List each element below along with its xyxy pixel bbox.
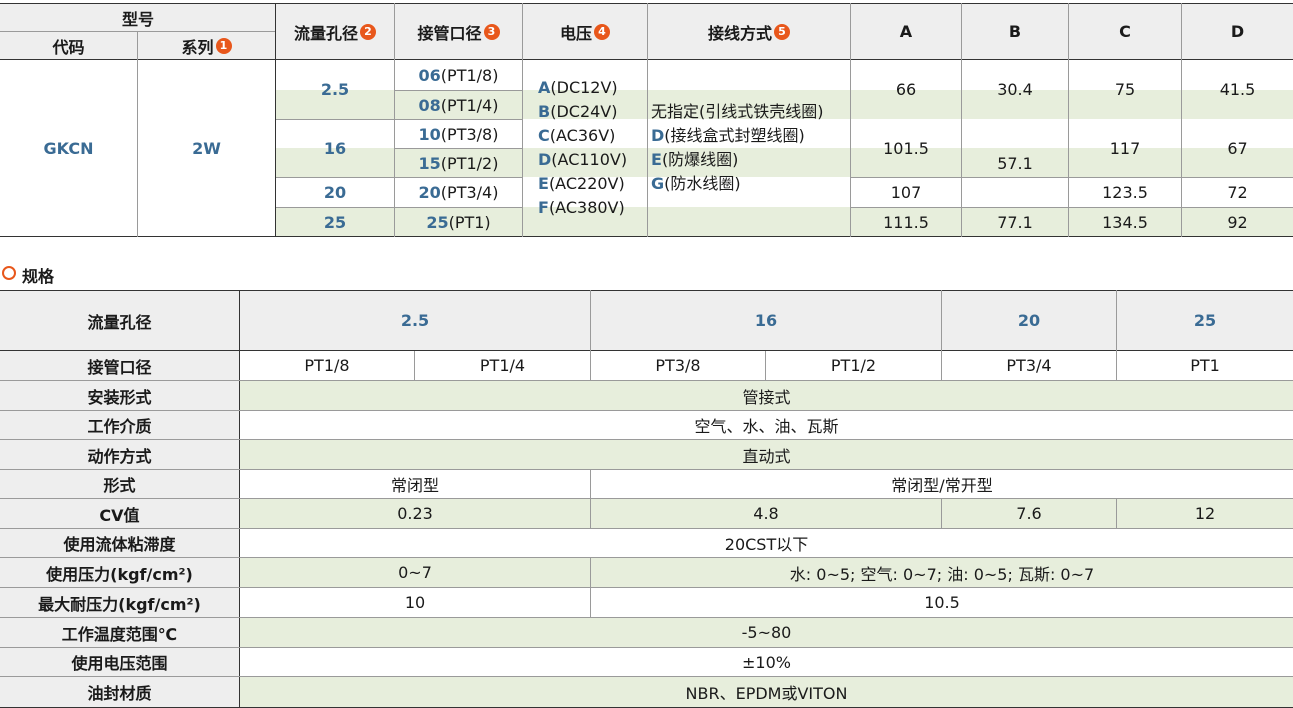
- dim-b-value: 57.1: [997, 154, 1033, 173]
- dim-d-value: 67: [1227, 139, 1248, 158]
- section-title: 规格: [22, 267, 55, 286]
- spec-port-value: PT1: [1190, 356, 1220, 375]
- header-port: 接管口径 3: [395, 4, 522, 59]
- spec-label-temp: 工作温度范围℃: [61, 624, 178, 644]
- voltage-list: A(DC12V) B(DC24V) C(AC36V) D(AC110V) E(A…: [538, 76, 627, 220]
- spec-label-viscosity: 使用流体粘滞度: [63, 535, 176, 554]
- dim-a-value: 111.5: [883, 212, 929, 232]
- dim-a-value: 107: [890, 183, 922, 202]
- code-value: GKCN: [43, 138, 94, 158]
- dim-d-value: 92: [1227, 212, 1248, 232]
- spec-port-value: PT3/4: [1006, 356, 1052, 375]
- spec-voltage-value: ±10%: [742, 652, 791, 672]
- voltage-option: C(AC36V): [538, 126, 616, 145]
- spec-port-value: PT3/8: [655, 356, 701, 375]
- header-a: A: [899, 22, 913, 41]
- spec-pressure-value: 0~7: [398, 563, 432, 582]
- badge-4-icon: 4: [594, 23, 610, 40]
- spec-orifice-value: 20: [1017, 311, 1041, 330]
- spec-viscosity-value: 20CST以下: [724, 535, 809, 554]
- spec-label-voltage: 使用电压范围: [71, 654, 168, 673]
- dim-a-value: 66: [895, 80, 917, 99]
- spec-port-value: PT1/2: [830, 356, 877, 375]
- wiring-option: D(接线盒式封塑线圈): [651, 126, 805, 145]
- spec-label-cv: CV值: [99, 505, 140, 525]
- wiring-option: E(防爆线圈): [651, 150, 739, 169]
- spec-action-value: 直动式: [742, 446, 791, 466]
- spec-label-medium: 工作介质: [87, 417, 152, 436]
- badge-2-icon: 2: [360, 23, 376, 40]
- spec-label-pressure: 使用压力(kgf/cm²): [46, 564, 193, 584]
- orifice-value: 20: [323, 183, 347, 202]
- orifice-value: 25: [323, 212, 347, 232]
- series-value: 2W: [192, 138, 221, 158]
- spec-cv-value: 7.6: [1016, 504, 1042, 523]
- spec-medium-value: 空气、水、油、瓦斯: [694, 417, 839, 436]
- header-c: C: [1119, 22, 1131, 41]
- dim-c-value: 123.5: [1102, 183, 1148, 202]
- spec-label-mount: 安装形式: [87, 387, 152, 407]
- header-code: 代码: [52, 37, 85, 57]
- voltage-option: B(DC24V): [538, 102, 618, 121]
- spec-orifice-value: 2.5: [400, 311, 430, 330]
- header-b: B: [1008, 22, 1022, 41]
- voltage-option: F(AC380V): [538, 198, 625, 217]
- spec-label-orifice: 流量孔径: [87, 312, 152, 332]
- voltage-option: E(AC220V): [538, 174, 625, 193]
- spec-temp-value: -5~80: [741, 623, 792, 642]
- spec-form-value: 常闭型: [390, 476, 439, 495]
- dim-c-value: 117: [1109, 139, 1141, 158]
- spec-orifice-value: 25: [1193, 311, 1217, 330]
- spec-form-value: 常闭型/常开型: [891, 476, 993, 495]
- spec-label-maxpressure: 最大耐压力(kgf/cm²): [38, 594, 201, 614]
- spec-maxpressure-value: 10.5: [924, 593, 960, 612]
- wiring-list: 无指定(引线式铁壳线圈) D(接线盒式封塑线圈) E(防爆线圈) G(防水线圈): [651, 100, 824, 196]
- header-model: 型号: [121, 9, 154, 29]
- spec-cv-value: 4.8: [753, 504, 779, 523]
- dim-b-value: 77.1: [997, 212, 1033, 232]
- spec-orifice-value: 16: [754, 311, 778, 330]
- badge-5-icon: 5: [774, 23, 790, 40]
- header-voltage: 电压 4: [523, 4, 647, 59]
- badge-3-icon: 3: [483, 23, 500, 40]
- header-series: 系列 1: [138, 32, 275, 59]
- port-option: 06 (PT1/8): [418, 65, 499, 85]
- dim-c-value: 75: [1114, 80, 1136, 99]
- wiring-option: 无指定(引线式铁壳线圈): [651, 102, 824, 121]
- spec-mount-value: 管接式: [742, 387, 791, 407]
- voltage-option: D(AC110V): [538, 150, 628, 169]
- spec-cv-value: 0.23: [397, 504, 433, 523]
- port-option: 25 (PT1): [426, 212, 491, 232]
- dim-d-value: 41.5: [1219, 80, 1256, 99]
- header-wiring: 接线方式 5: [648, 4, 850, 59]
- dim-b-value: 30.4: [997, 80, 1033, 99]
- header-d: D: [1230, 22, 1245, 41]
- dim-d-value: 72: [1227, 183, 1248, 202]
- port-option: 10 (PT3/8): [418, 124, 499, 144]
- badge-1-icon: 1: [215, 37, 232, 54]
- voltage-option: A(DC12V): [538, 78, 618, 97]
- dim-c-value: 134.5: [1102, 212, 1148, 232]
- port-option: 20 (PT3/4): [418, 183, 499, 202]
- spec-cv-value: 12: [1194, 504, 1216, 523]
- port-option: 08 (PT1/4): [418, 95, 499, 115]
- orifice-value: 16: [323, 139, 347, 158]
- spec-port-value: PT1/4: [479, 356, 526, 375]
- header-orifice: 流量孔径 2: [276, 4, 394, 59]
- spec-pressure-value: 水: 0~5; 空气: 0~7; 油: 0~5; 瓦斯: 0~7: [789, 564, 1095, 584]
- spec-label-port: 接管口径: [87, 357, 152, 377]
- wiring-option: G(防水线圈): [651, 174, 741, 193]
- spec-label-action: 动作方式: [87, 446, 152, 466]
- spec-label-form: 形式: [103, 476, 136, 495]
- spec-maxpressure-value: 10: [404, 593, 426, 612]
- spec-label-seal: 油封材质: [87, 684, 152, 703]
- port-option: 15 (PT1/2): [418, 153, 499, 173]
- spec-port-value: PT1/8: [304, 356, 350, 375]
- spec-seal-value: NBR、EPDM或VITON: [685, 684, 848, 703]
- orifice-value: 2.5: [320, 80, 350, 99]
- dim-a-value: 101.5: [883, 139, 929, 158]
- section-circle-icon: [2, 266, 16, 280]
